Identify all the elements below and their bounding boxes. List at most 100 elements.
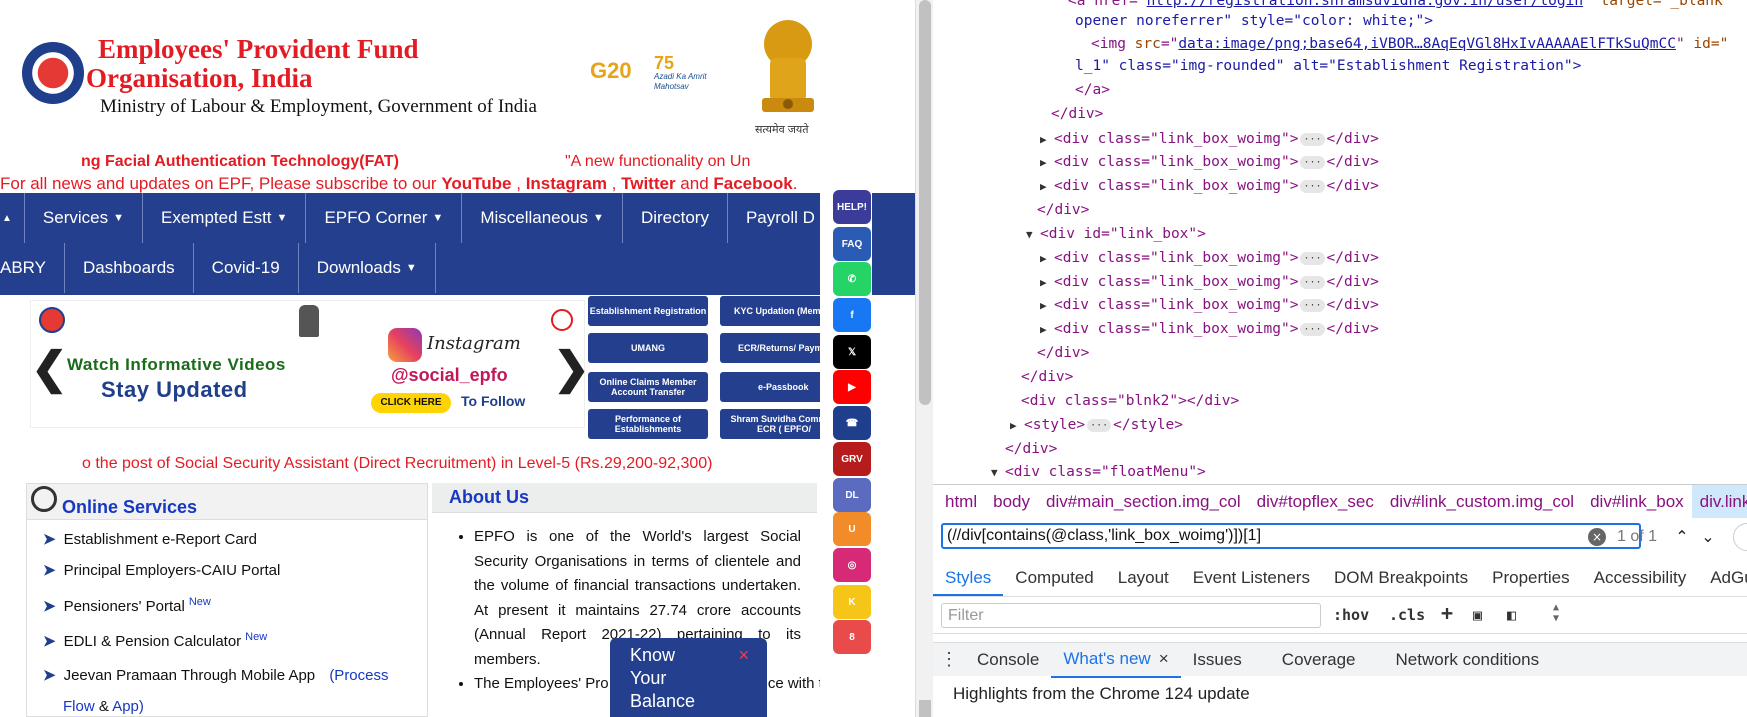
ellipsis-icon[interactable]: ··· [1300,322,1325,336]
dom-line[interactable]: opener noreferrer" style="color: white;"… [1075,10,1433,32]
class-toggle[interactable]: .cls [1389,606,1425,624]
collapse-triangle-icon[interactable]: ▼ [991,462,1005,484]
facebook-link[interactable]: Facebook [713,174,792,193]
nav-covid[interactable]: Covid-19 [194,243,299,293]
crumb-link-custom[interactable]: div#link_custom.img_col [1382,492,1582,512]
expand-triangle-icon[interactable]: ▶ [1040,152,1054,174]
tab-computed[interactable]: Computed [1003,560,1105,596]
new-style-rule-icon[interactable]: + [1441,601,1453,625]
dom-line-img[interactable]: <img src="data:image/png;base64,iVBOR…8A… [1091,33,1728,55]
page-scrollbar-thumb[interactable] [919,0,931,405]
carousel-next-button[interactable]: ❯ [553,343,590,394]
dom-line-style[interactable]: ▶ <style> ··· </style> [1010,414,1183,436]
tab-coverage[interactable]: Coverage [1254,643,1368,677]
umang-icon[interactable]: U [833,512,871,546]
nav-directory[interactable]: Directory [623,193,728,243]
search-cancel-button[interactable] [1733,523,1747,551]
page-scrollbar[interactable] [915,0,933,717]
dom-href-link[interactable]: http://registration.shramsuvidha.gov.in/… [1147,0,1584,9]
dom-line-float-menu[interactable]: ▼ <div class="floatMenu"> [991,461,1206,483]
crumb-selected[interactable]: div.link [1691,485,1747,518]
expand-triangle-icon[interactable]: ▶ [1040,319,1054,341]
dom-line-blnk2[interactable]: <div class="blnk2"></div> [1021,390,1239,412]
tab-dom-breakpoints[interactable]: DOM Breakpoints [1322,560,1480,596]
tab-network-conditions[interactable]: Network conditions [1368,643,1552,677]
ellipsis-icon[interactable]: ··· [1300,298,1325,312]
carousel-prev-button[interactable]: ❮ [31,343,68,394]
youtube-link[interactable]: YouTube [441,174,511,193]
tab-adguard[interactable]: AdGu [1698,560,1747,596]
koo-icon[interactable]: K [833,585,871,619]
ellipsis-icon[interactable]: ··· [1300,155,1325,169]
dom-line-link-box-woimg[interactable]: ▶ <div class="link_box_woimg"> ··· </div> [1040,128,1379,150]
dom-line[interactable]: </a> [1075,79,1110,101]
whatsapp-icon[interactable]: ✆ [833,262,871,296]
search-prev-button[interactable]: ⌃ [1671,524,1693,550]
grievance-icon[interactable]: GRV [833,442,871,476]
os-item-pensioners-portal[interactable]: ➤ Pensioners' Portal New [43,596,211,615]
nav-services[interactable]: Services ▼ [25,193,143,243]
nav-home[interactable]: ▲ [0,193,25,243]
tab-styles[interactable]: Styles [933,560,1004,596]
styles-filter-input[interactable]: Filter [941,603,1321,628]
news-ticker[interactable]: ng Facial Authentication Technology(FAT)… [0,153,810,173]
dom-line[interactable]: </div> [1037,342,1089,364]
crumb-link-box[interactable]: div#link_box [1582,492,1692,512]
nav-exempted-estt[interactable]: Exempted Estt ▼ [143,193,307,243]
tab-accessibility[interactable]: Accessibility [1582,560,1699,596]
os-item-edli-calculator[interactable]: ➤ EDLI & Pension Calculator New [43,631,267,650]
expand-triangle-icon[interactable]: ▶ [1040,295,1054,317]
dom-line-link-box-woimg[interactable]: ▶ <div class="link_box_woimg"> ··· </div> [1040,151,1379,173]
quick-link-umang[interactable]: UMANG [588,333,708,363]
instagram-banner[interactable]: ❮ ❯ Watch Informative Videos Stay Update… [30,300,590,428]
facebook-icon[interactable]: f [833,298,871,332]
tab-event-listeners[interactable]: Event Listeners [1181,560,1322,596]
crumb-body[interactable]: body [985,492,1038,512]
flow-link[interactable]: Flow [63,698,95,715]
tab-console[interactable]: Console [965,643,1051,677]
ellipsis-icon[interactable]: ··· [1087,418,1112,432]
dom-line[interactable]: </div> [1021,366,1073,388]
tab-issues[interactable]: Issues [1181,643,1254,677]
quick-link-establishment-registration[interactable]: Establishment Registration [588,296,708,326]
more-menu-icon[interactable]: ⋮ [933,649,965,670]
faq-icon[interactable]: FAQ [833,227,871,261]
dom-search-input[interactable]: (//div[contains(@class,'link_box_woimg')… [941,523,1641,549]
crumb-html[interactable]: html [933,492,985,512]
hover-state-toggle[interactable]: :hov [1333,606,1369,624]
process-link[interactable]: (Process [329,667,388,684]
tab-properties[interactable]: Properties [1480,560,1581,596]
dom-line[interactable]: l_1" class="img-rounded" alt="Establishm… [1075,55,1581,77]
crumb-topflex-sec[interactable]: div#topflex_sec [1249,492,1382,512]
nav-miscellaneous[interactable]: Miscellaneous ▼ [462,193,623,243]
close-icon[interactable]: × [1159,649,1169,668]
share-icon[interactable]: 8 [833,620,871,654]
expand-triangle-icon[interactable]: ▶ [1040,176,1054,198]
epfo-logo[interactable] [22,42,84,104]
twitter-link[interactable]: Twitter [621,174,675,193]
x-icon[interactable]: 𝕏 [833,335,871,369]
crumb-main-section[interactable]: div#main_section.img_col [1038,492,1249,512]
search-next-button[interactable]: ⌄ [1697,524,1719,550]
nav-epfo-corner[interactable]: EPFO Corner ▼ [306,193,463,243]
dom-tree[interactable]: <a href="http://registration.shramsuvidh… [933,0,1747,484]
nav-dashboards[interactable]: Dashboards [65,243,194,293]
phone-icon[interactable]: ☎ [833,406,871,440]
know-your-balance-widget[interactable]: Know Your Balance × [610,638,767,717]
instagram-link[interactable]: Instagram [526,174,607,193]
os-item-caiu-portal[interactable]: ➤ Principal Employers-CAIU Portal [43,561,280,579]
collapse-triangle-icon[interactable]: ▼ [1026,224,1040,246]
youtube-icon[interactable]: ▶ [833,370,871,404]
quick-link-online-claims[interactable]: Online Claims Member Account Transfer [588,372,708,402]
app-link[interactable]: App) [112,698,144,715]
paint-icon[interactable]: ▣ [1473,606,1482,624]
instagram-icon[interactable]: ◎ [833,548,871,582]
clear-search-icon[interactable]: × [1588,528,1606,546]
expand-triangle-icon[interactable]: ▶ [1040,129,1054,151]
close-icon[interactable]: × [738,644,749,667]
help-icon[interactable]: HELP! [833,190,871,224]
recruitment-marquee[interactable]: o the post of Social Security Assistant … [82,455,713,473]
tab-whats-new[interactable]: What's new × [1051,642,1181,678]
dom-line-link-box-woimg[interactable]: ▶ <div class="link_box_woimg"> ··· </div> [1040,247,1379,269]
tab-layout[interactable]: Layout [1106,560,1181,596]
